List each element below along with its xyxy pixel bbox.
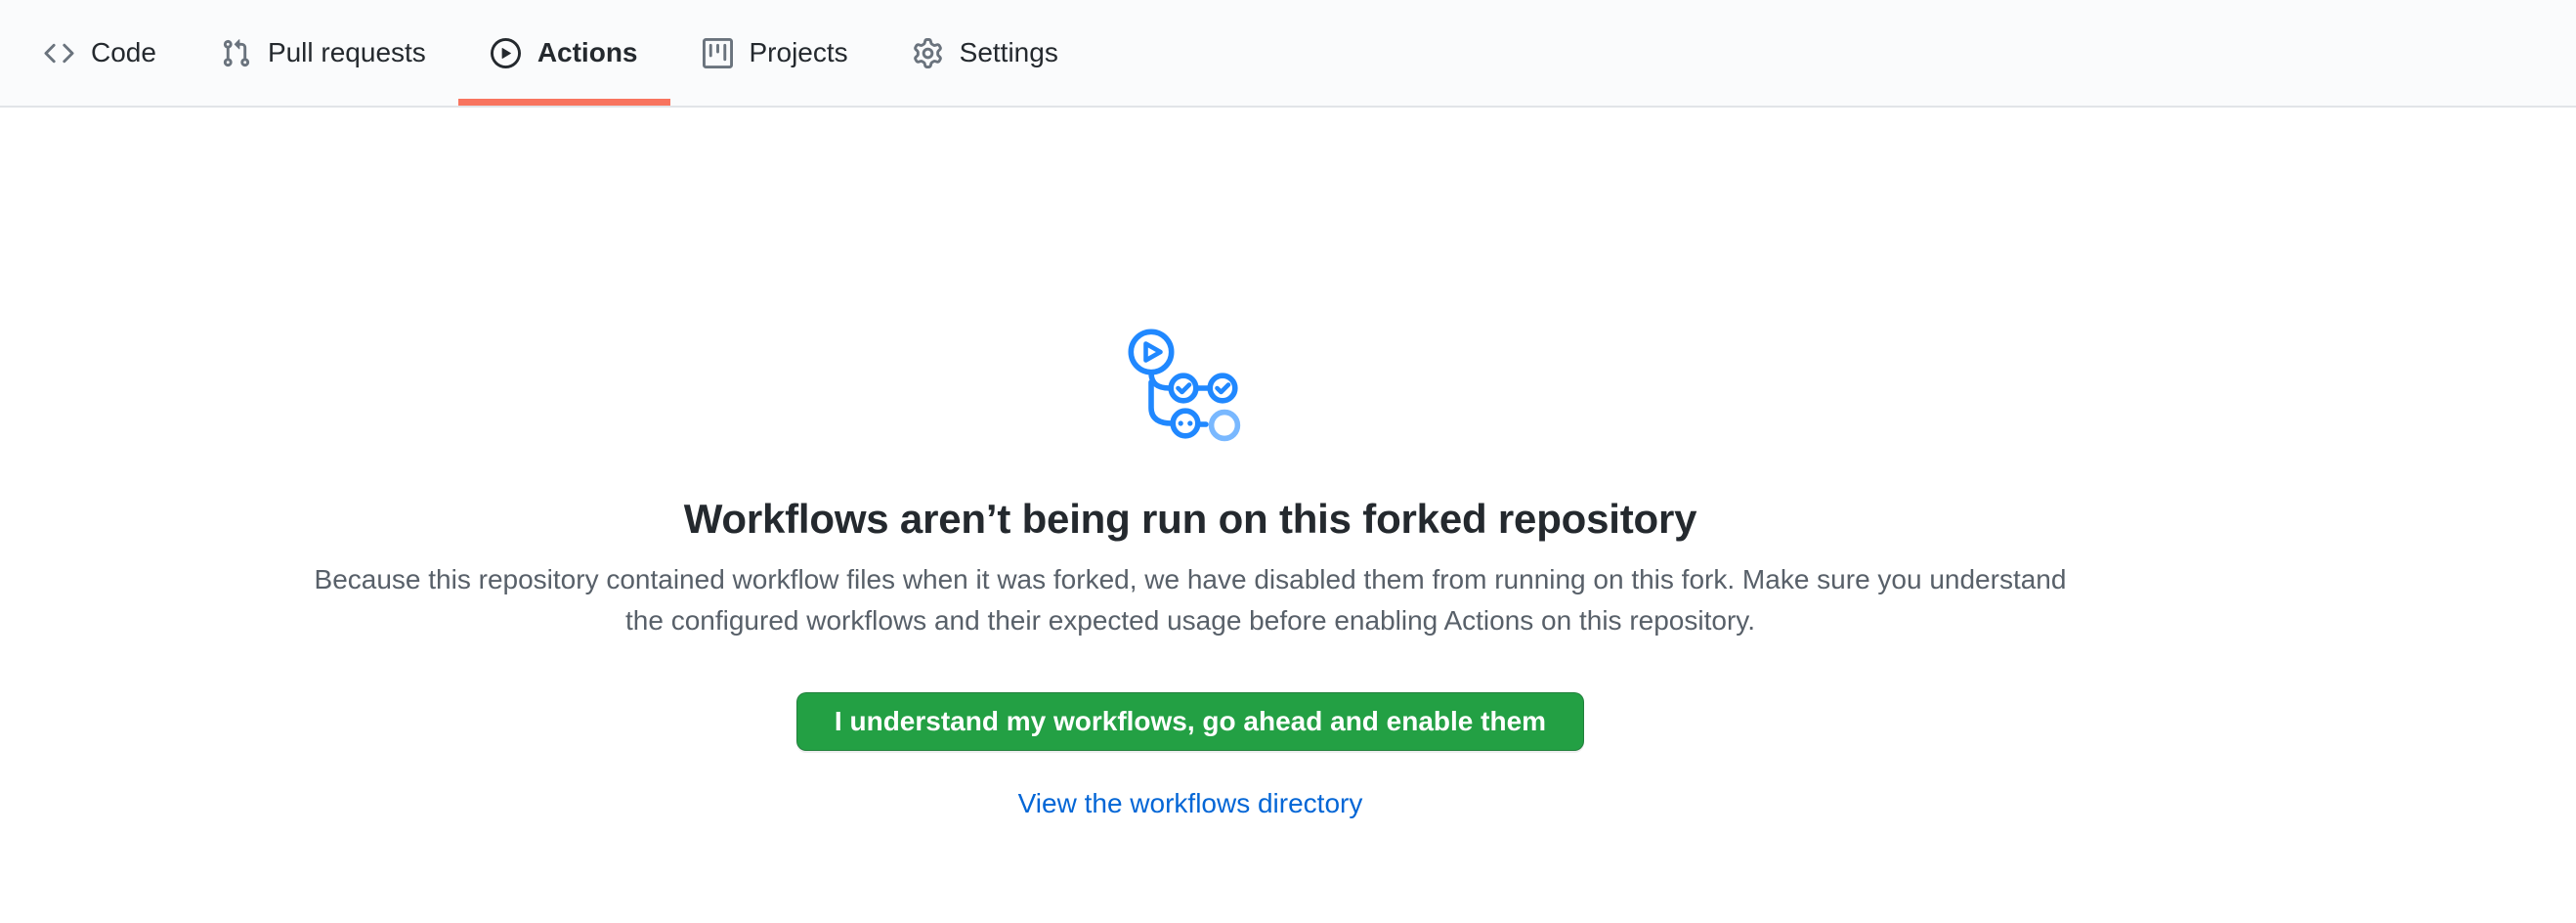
tab-code-label: Code [91,37,156,68]
workflow-graphic-icon [1117,318,1264,455]
actions-disabled-page: Workflows aren’t being run on this forke… [0,108,2576,819]
enable-workflows-button[interactable]: I understand my workflows, go ahead and … [796,692,1584,751]
blankslate: Workflows aren’t being run on this forke… [0,108,2381,819]
tab-actions-label: Actions [537,37,638,68]
tab-pull-requests[interactable]: Pull requests [189,0,458,106]
play-icon [491,38,521,68]
view-workflows-directory-link[interactable]: View the workflows directory [0,788,2381,819]
code-icon [44,38,74,68]
git-pull-request-icon [221,38,251,68]
project-icon [703,38,733,68]
gear-icon [913,38,943,68]
tab-pull-requests-label: Pull requests [268,37,426,68]
tab-code[interactable]: Code [12,0,189,106]
tab-projects[interactable]: Projects [670,0,880,106]
tab-settings-label: Settings [960,37,1058,68]
tab-projects-label: Projects [750,37,848,68]
tab-settings[interactable]: Settings [880,0,1091,106]
page-description: Because this repository contained workfl… [306,559,2075,641]
repo-nav: Code Pull requests Actions Projects Sett [0,0,2576,108]
page-title: Workflows aren’t being run on this forke… [0,495,2381,544]
tab-actions[interactable]: Actions [458,0,670,106]
repo-tab-bar: Code Pull requests Actions Projects Sett [12,0,1091,106]
